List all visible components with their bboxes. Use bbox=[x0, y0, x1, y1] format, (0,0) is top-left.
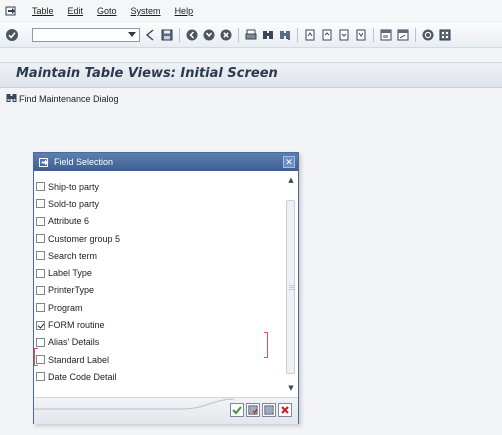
field-label: Sold-to party bbox=[48, 198, 100, 209]
find-icon[interactable] bbox=[261, 28, 275, 42]
dialog-title: Field Selection bbox=[54, 157, 114, 167]
field-checkbox[interactable] bbox=[36, 372, 45, 382]
field-checkbox[interactable] bbox=[36, 320, 45, 330]
field-label: FORM routine bbox=[48, 320, 105, 331]
app-menu-icon[interactable] bbox=[4, 4, 18, 18]
field-row[interactable]: Date Code Detail bbox=[36, 368, 276, 385]
layout-icon[interactable] bbox=[438, 28, 452, 42]
scroll-up-icon[interactable]: ▲ bbox=[284, 174, 298, 186]
scroll-grip[interactable] bbox=[289, 285, 294, 291]
toolbar-separator bbox=[297, 28, 298, 42]
dialog-header[interactable]: Field Selection ✕ bbox=[34, 153, 298, 171]
menu-bar: Table Edit Goto System Help bbox=[0, 0, 502, 22]
footer-curve bbox=[34, 398, 234, 410]
scroll-track[interactable] bbox=[286, 200, 295, 374]
field-checkbox[interactable] bbox=[36, 251, 45, 261]
toolbar-separator bbox=[373, 28, 374, 42]
field-checkbox[interactable] bbox=[36, 216, 45, 226]
footer-buttons bbox=[228, 403, 292, 417]
field-row[interactable]: FORM routine bbox=[36, 316, 276, 333]
toolbar-separator bbox=[415, 28, 416, 42]
dialog-body: Ship-to party Sold-to party Attribute 6 Cus… bbox=[34, 172, 298, 396]
toolbar-separator bbox=[179, 28, 180, 42]
field-checkbox[interactable] bbox=[36, 285, 45, 295]
previous-page-icon[interactable] bbox=[320, 28, 334, 42]
toolbar-separator bbox=[238, 28, 239, 42]
create-session-icon[interactable] bbox=[379, 28, 393, 42]
focus-marker-right bbox=[264, 332, 268, 358]
command-field[interactable] bbox=[32, 28, 140, 47]
find-maintenance-dialog-label: Find Maintenance Dialog bbox=[19, 94, 119, 104]
field-row[interactable]: Standard Label bbox=[36, 351, 276, 368]
field-row[interactable]: Sold-to party bbox=[36, 195, 276, 212]
field-label: Customer group 5 bbox=[48, 233, 121, 244]
page-title: Maintain Table Views: Initial Screen bbox=[16, 66, 278, 81]
cancel-icon[interactable] bbox=[278, 403, 292, 417]
screen-title-bar: Maintain Table Views: Initial Screen bbox=[0, 62, 502, 88]
enter-icon[interactable] bbox=[4, 27, 20, 43]
continue-icon[interactable] bbox=[230, 403, 244, 417]
field-label: Attribute 6 bbox=[48, 216, 90, 227]
print-icon[interactable] bbox=[244, 28, 258, 42]
shortcut-icon[interactable] bbox=[396, 28, 410, 42]
next-page-icon[interactable] bbox=[337, 28, 351, 42]
help-icon[interactable] bbox=[421, 28, 435, 42]
field-label: Program bbox=[48, 302, 83, 313]
field-label: Date Code Detail bbox=[48, 371, 117, 382]
cancel-icon[interactable] bbox=[219, 28, 233, 42]
focus-marker-left bbox=[34, 348, 38, 366]
field-label: Ship-to party bbox=[48, 181, 100, 192]
field-label: Alias' Details bbox=[48, 337, 100, 348]
save-icon[interactable] bbox=[160, 28, 174, 42]
last-page-icon[interactable] bbox=[354, 28, 368, 42]
dropdown-icon[interactable] bbox=[125, 29, 139, 41]
field-row[interactable]: Attribute 6 bbox=[36, 213, 276, 230]
field-checkbox[interactable] bbox=[36, 268, 45, 278]
menu-help[interactable]: Help bbox=[175, 6, 194, 16]
back-icon[interactable] bbox=[185, 28, 199, 42]
field-selection-dialog: Field Selection ✕ Ship-to party Sold-to p… bbox=[33, 152, 299, 424]
field-checkbox[interactable] bbox=[36, 234, 45, 244]
field-row[interactable]: Label Type bbox=[36, 264, 276, 281]
close-icon[interactable]: ✕ bbox=[283, 156, 295, 168]
find-maintenance-dialog-button[interactable]: Find Maintenance Dialog bbox=[4, 92, 121, 106]
dialog-window-icon bbox=[38, 156, 50, 168]
field-checkbox[interactable] bbox=[36, 182, 45, 192]
deselect-all-icon[interactable] bbox=[262, 403, 276, 417]
scroll-down-icon[interactable]: ▼ bbox=[284, 382, 298, 394]
standard-toolbar bbox=[0, 23, 502, 48]
first-page-icon[interactable] bbox=[303, 28, 317, 42]
field-row[interactable]: Ship-to party bbox=[36, 178, 276, 195]
field-label: Search term bbox=[48, 250, 98, 261]
field-checkbox[interactable] bbox=[36, 199, 45, 209]
select-all-icon[interactable] bbox=[246, 403, 260, 417]
menu-table[interactable]: Table bbox=[32, 6, 54, 16]
field-label: PrinterType bbox=[48, 285, 95, 296]
exit-icon[interactable] bbox=[202, 28, 216, 42]
back-history-icon[interactable] bbox=[143, 28, 157, 42]
vertical-scrollbar[interactable]: ▲ ▼ bbox=[284, 172, 298, 396]
field-label: Standard Label bbox=[48, 354, 110, 365]
field-row[interactable]: Alias' Details bbox=[36, 334, 276, 351]
menu-edit[interactable]: Edit bbox=[68, 6, 84, 16]
field-row[interactable]: Customer group 5 bbox=[36, 230, 276, 247]
field-row[interactable]: PrinterType bbox=[36, 282, 276, 299]
field-row[interactable]: Search term bbox=[36, 247, 276, 264]
menu-system[interactable]: System bbox=[131, 6, 161, 16]
field-list: Ship-to party Sold-to party Attribute 6 Cus… bbox=[36, 178, 276, 386]
binoculars-icon bbox=[6, 93, 17, 105]
field-checkbox[interactable] bbox=[36, 337, 45, 347]
field-row[interactable]: Program bbox=[36, 299, 276, 316]
field-label: Label Type bbox=[48, 268, 92, 279]
dialog-footer bbox=[34, 397, 298, 424]
field-checkbox[interactable] bbox=[36, 303, 45, 313]
application-toolbar: Find Maintenance Dialog bbox=[0, 88, 502, 110]
menu-goto[interactable]: Goto bbox=[97, 6, 117, 16]
command-input[interactable] bbox=[33, 35, 129, 47]
find-next-icon[interactable] bbox=[278, 28, 292, 42]
